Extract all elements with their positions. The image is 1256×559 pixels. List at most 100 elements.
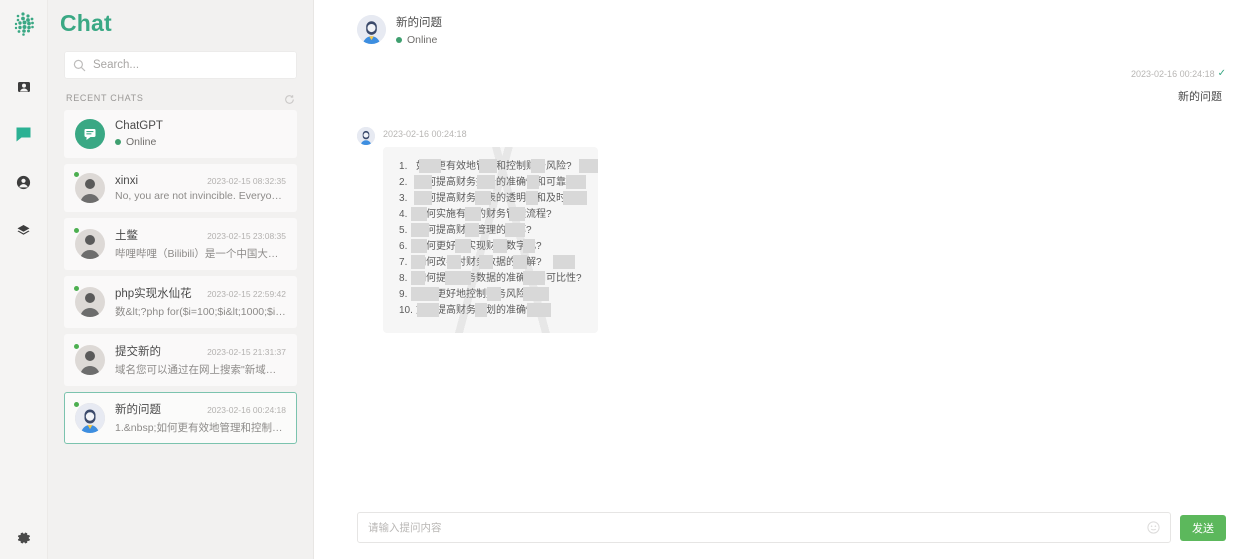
avatar [75,345,105,375]
list-item[interactable]: 提交新的 2023-02-15 21:31:37 域名您可以通过在网上搜索"新域… [64,334,297,386]
composer-input[interactable] [368,521,1147,534]
chat-main: 新的问题 Online 2023-02-16 00:24:18 ✓ 新的问题 2… [314,0,1256,559]
layers-icon [16,223,31,243]
message-composer: 发送 [314,512,1256,559]
chat-bubble-icon [15,126,32,148]
chat-preview: 哔哩哔哩（Bilibili）是一个中国大陆的视... [115,248,286,260]
list-item-top: php实现水仙花 2023-02-15 22:59:42 [115,285,286,301]
recent-chats-label: RECENT CHATS [66,92,144,103]
message-timestamp: 2023-02-16 00:24:18 [383,129,467,139]
chat-preview: 1.&nbsp;如何更有效地管理和控制财务... [115,422,286,434]
list-item: 如何改善对财务数据的理解? [399,255,542,271]
chat-name: 提交新的 [115,346,161,358]
avatar-wrap [74,228,105,259]
chat-preview: No, you are not invincible. Everyone has… [115,189,286,202]
chat-preview: 数&lt;?php for($i=100;$i&lt;1000;$i++)... [115,306,286,318]
online-dot-icon [115,139,121,145]
rail-item-layers[interactable] [8,220,40,246]
avatar-wrap [74,402,105,433]
list-item-top: 提交新的 2023-02-15 21:31:37 [115,343,286,359]
chat-time: 2023-02-16 00:24:18 [207,405,286,415]
user-photo-icon [16,79,32,100]
recent-chats-header: RECENT CHATS [48,79,313,110]
online-dot-icon [74,344,79,349]
chat-sidebar: Chat RECENT CHATS [48,0,314,559]
list-item: 如何实施有效的财务管理流程? [399,207,552,223]
online-dot-icon [74,228,79,233]
refresh-icon[interactable] [284,92,295,104]
list-item: 如何提高财务报告的准确性和可靠性? [399,175,582,191]
avatar [75,229,105,259]
chat-name: php实现水仙花 [115,288,192,300]
emoji-icon[interactable] [1147,521,1160,534]
user-circle-icon [16,175,31,195]
message-timestamp: 2023-02-16 00:24:18 [1131,68,1215,79]
search-input[interactable] [93,59,288,71]
conversation-header-info: 新的问题 Online [396,14,442,46]
chat-preview: 域名您可以通过在网上搜索"新域名注册... [115,364,286,376]
avatar [357,127,375,145]
list-item-body: php实现水仙花 2023-02-15 22:59:42 数&lt;?php f… [115,285,286,319]
icon-rail [0,0,48,559]
list-item-body: ChatGPT Online [115,120,286,148]
chat-name: xinxi [115,174,139,187]
list-item: 如何更好地控制财务风险? [399,287,532,303]
list-item[interactable]: 土鳖 2023-02-15 23:08:35 哔哩哔哩（Bilibili）是一个… [64,218,297,270]
message-list: 2023-02-16 00:24:18 ✓ 新的问题 2023-02-16 00… [314,48,1256,512]
chat-time: 2023-02-15 21:31:37 [207,347,286,357]
gear-icon [16,530,32,551]
list-item-top: 新的问题 2023-02-16 00:24:18 [115,401,286,417]
rail-item-contacts[interactable] [8,172,40,198]
outgoing-message: 2023-02-16 00:24:18 ✓ 新的问题 [357,68,1226,104]
rail-item-profile[interactable] [8,76,40,102]
list-item[interactable]: ChatGPT Online [64,110,297,158]
chat-time: 2023-02-15 22:59:42 [207,289,286,299]
conversation-status: Online [396,34,442,46]
avatar-wrap [74,286,105,317]
status-line: Online [115,136,286,148]
hex-dots-logo [8,8,40,40]
list-item: 如何提高财务管理的效率? [399,223,532,239]
online-dot-icon [74,172,79,177]
list-item-body: 新的问题 2023-02-16 00:24:18 1.&nbsp;如何更有效地管… [115,401,286,435]
rail-item-chat[interactable] [8,124,40,150]
incoming-message-column: 2023-02-16 00:24:18 如何更有效地管理和控制财务风险? 如何提… [383,127,598,333]
list-item: 如何更好地实现财务数字化? [399,239,542,255]
message-bubble: 如何更有效地管理和控制财务风险? 如何提高财务报告的准确性和可靠性? 如何提高财… [383,147,598,333]
list-item[interactable]: php实现水仙花 2023-02-15 22:59:42 数&lt;?php f… [64,276,297,328]
list-item-body: xinxi 2023-02-15 08:32:35 No, you are no… [115,175,286,202]
chat-time: 2023-02-15 23:08:35 [207,231,286,241]
message-text: 新的问题 [1178,91,1222,103]
status-text: Online [126,136,157,148]
list-item[interactable]: xinxi 2023-02-15 08:32:35 No, you are no… [64,164,297,212]
app-root: Chat RECENT CHATS [0,0,1256,559]
avatar-wrap [74,344,105,375]
chat-name: 土鳖 [115,230,138,242]
chat-name: 新的问题 [115,404,161,416]
send-button[interactable]: 发送 [1180,514,1226,541]
list-item: 如何提高财务报表的透明性和及时性? [399,191,582,207]
avatar [75,287,105,317]
chat-name: ChatGPT [115,120,163,132]
composer-input-box[interactable] [357,512,1171,543]
conversation-title: 新的问题 [396,16,442,29]
message-meta: 2023-02-16 00:24:18 ✓ [1131,68,1226,79]
list-item-active[interactable]: 新的问题 2023-02-16 00:24:18 1.&nbsp;如何更有效地管… [64,392,297,444]
list-item: 如何更有效地管理和控制财务风险? [399,159,572,175]
status-text: Online [407,33,438,46]
avatar [357,15,386,44]
list-item: 如何提高财务规划的准确性? [399,303,542,319]
search-box[interactable] [64,51,297,79]
list-item-body: 土鳖 2023-02-15 23:08:35 哔哩哔哩（Bilibili）是一个… [115,227,286,261]
list-item-top: 土鳖 2023-02-15 23:08:35 [115,227,286,243]
list-item: 如何提升财务数据的准确性和可比性? [399,271,582,287]
incoming-message: 2023-02-16 00:24:18 如何更有效地管理和控制财务风险? 如何提… [357,127,1226,333]
search-icon [73,59,86,72]
list-item-top: ChatGPT [115,120,286,132]
chat-list: ChatGPT Online xinxi 2023-02-15 08:32:35… [48,110,313,450]
message-numbered-list: 如何更有效地管理和控制财务风险? 如何提高财务报告的准确性和可靠性? 如何提高财… [399,159,582,319]
online-dot-icon [396,36,402,43]
chat-time: 2023-02-15 08:32:35 [207,175,286,186]
avatar-wrap [75,119,105,149]
settings-button[interactable] [0,530,48,551]
